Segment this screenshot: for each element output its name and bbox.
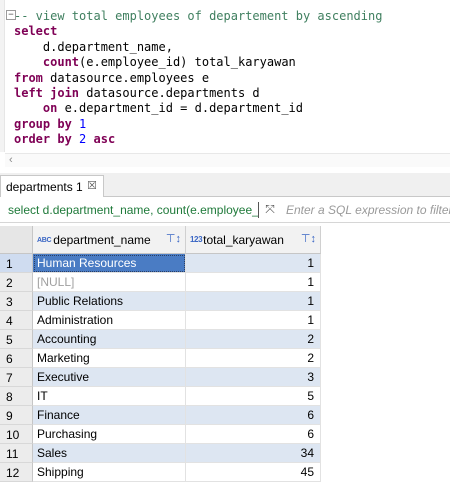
total-karyawan-cell[interactable]: 1 <box>186 254 321 273</box>
table-row[interactable]: 11 Sales 34 <box>0 444 321 463</box>
row-number[interactable]: 9 <box>0 406 33 425</box>
sql-editor[interactable]: − -- view total employees of departement… <box>0 0 450 152</box>
sql-keyword-group-by: group by <box>14 116 72 131</box>
total-karyawan-cell[interactable]: 34 <box>186 444 321 463</box>
text-cursor <box>258 202 259 218</box>
row-number[interactable]: 6 <box>0 349 33 368</box>
total-karyawan-cell[interactable]: 1 <box>186 311 321 330</box>
sql-keyword-select: select <box>14 24 58 39</box>
results-tab-strip: departments 1 ☒ <box>0 173 450 197</box>
table-row[interactable]: 10 Purchasing 6 <box>0 425 321 444</box>
table-row[interactable]: 4 Administration 1 <box>0 311 321 330</box>
sql-count-expression: (e.employee_id) total_karyawan <box>79 55 296 70</box>
sql-keyword-left-join: left join <box>14 86 80 101</box>
text-type-icon: ABC <box>37 237 52 244</box>
total-karyawan-cell[interactable]: 5 <box>186 387 321 406</box>
department-name-cell[interactable]: IT <box>33 387 186 406</box>
filter-expression-input[interactable] <box>286 203 450 217</box>
number-type-icon: 123 <box>190 235 203 244</box>
grid-header: ABC department_name ⊤↕ 123total_karyawan … <box>0 226 450 254</box>
sql-code[interactable]: -- view total employees of departement b… <box>14 9 382 148</box>
row-number[interactable]: 7 <box>0 368 33 387</box>
total-karyawan-cell[interactable]: 2 <box>186 330 321 349</box>
sql-join-table: datasource.departments d <box>79 86 260 101</box>
department-name-cell[interactable]: Human Resources <box>33 254 186 273</box>
table-row[interactable]: 7 Executive 3 <box>0 368 321 387</box>
tab-departments-1[interactable]: departments 1 ☒ <box>0 175 104 197</box>
department-name-cell[interactable]: [NULL] <box>33 273 186 292</box>
row-number[interactable]: 11 <box>0 444 33 463</box>
table-row[interactable]: 9 Finance 6 <box>0 406 321 425</box>
table-row[interactable]: 8 IT 5 <box>0 387 321 406</box>
department-name-cell[interactable]: Marketing <box>33 349 186 368</box>
sql-from-table: datasource.employees e <box>42 70 210 85</box>
row-number[interactable]: 12 <box>0 463 33 482</box>
total-karyawan-cell[interactable]: 6 <box>186 406 321 425</box>
expand-filter-icon[interactable]: ⤧ <box>262 202 278 218</box>
table-row[interactable]: 5 Accounting 2 <box>0 330 321 349</box>
row-number[interactable]: 1 <box>0 254 33 273</box>
row-number[interactable]: 4 <box>0 311 33 330</box>
table-row[interactable]: 12 Shipping 45 <box>0 463 321 482</box>
query-text: select d.department_name, count(e.employ… <box>8 203 258 217</box>
editor-gutter <box>0 0 5 152</box>
sql-keyword-on: on <box>42 101 58 116</box>
department-name-cell[interactable]: Sales <box>33 444 186 463</box>
column-header-department-name[interactable]: ABC department_name ⊤↕ <box>33 226 186 254</box>
department-name-cell[interactable]: Accounting <box>33 330 186 349</box>
editor-horizontal-scrollbar[interactable]: ‹ <box>5 153 450 167</box>
department-name-cell[interactable]: Executive <box>33 368 186 387</box>
row-number[interactable]: 8 <box>0 387 33 406</box>
sql-order-by-value: 2 <box>79 132 87 147</box>
filter-sort-icon[interactable]: ⊤↕ <box>166 232 181 245</box>
sql-select-column: d.department_name, <box>42 39 173 54</box>
column-label: total_karyawan <box>203 233 284 247</box>
grid-corner[interactable] <box>0 226 33 254</box>
sql-keyword-order-by: order by <box>14 132 72 147</box>
department-name-cell[interactable]: Public Relations <box>33 292 186 311</box>
filter-sort-icon[interactable]: ⊤↕ <box>301 232 316 245</box>
total-karyawan-cell[interactable]: 1 <box>186 273 321 292</box>
row-number[interactable]: 3 <box>0 292 33 311</box>
table-row[interactable]: 3 Public Relations 1 <box>0 292 321 311</box>
close-tab-icon[interactable]: ☒ <box>87 179 97 192</box>
scroll-left-arrow-icon[interactable]: ‹ <box>9 154 13 166</box>
row-number[interactable]: 10 <box>0 425 33 444</box>
total-karyawan-cell[interactable]: 2 <box>186 349 321 368</box>
column-header-total-karyawan[interactable]: 123total_karyawan ⊤↕ <box>186 226 321 254</box>
table-row[interactable]: 6 Marketing 2 <box>0 349 321 368</box>
sql-join-condition: e.department_id = d.department_id <box>57 101 303 116</box>
row-number[interactable]: 2 <box>0 273 33 292</box>
department-name-cell[interactable]: Finance <box>33 406 186 425</box>
sql-group-by-value: 1 <box>79 116 87 131</box>
total-karyawan-cell[interactable]: 1 <box>186 292 321 311</box>
department-name-cell[interactable]: Shipping <box>33 463 186 482</box>
filter-bar: select d.department_name, count(e.employ… <box>0 199 450 223</box>
total-karyawan-cell[interactable]: 45 <box>186 463 321 482</box>
tab-label: departments 1 <box>6 180 83 194</box>
sql-keyword-from: from <box>14 70 43 85</box>
total-karyawan-cell[interactable]: 3 <box>186 368 321 387</box>
sql-function-count: count <box>42 55 80 70</box>
sql-comment: -- view total employees of departement b… <box>14 9 383 23</box>
total-karyawan-cell[interactable]: 6 <box>186 425 321 444</box>
sql-keyword-asc: asc <box>93 132 116 147</box>
department-name-cell[interactable]: Purchasing <box>33 425 186 444</box>
department-name-cell[interactable]: Administration <box>33 311 186 330</box>
table-row[interactable]: 1 Human Resources 1 <box>0 254 321 273</box>
row-number[interactable]: 5 <box>0 330 33 349</box>
column-label: department_name <box>53 233 151 247</box>
table-row[interactable]: 2 [NULL] 1 <box>0 273 321 292</box>
